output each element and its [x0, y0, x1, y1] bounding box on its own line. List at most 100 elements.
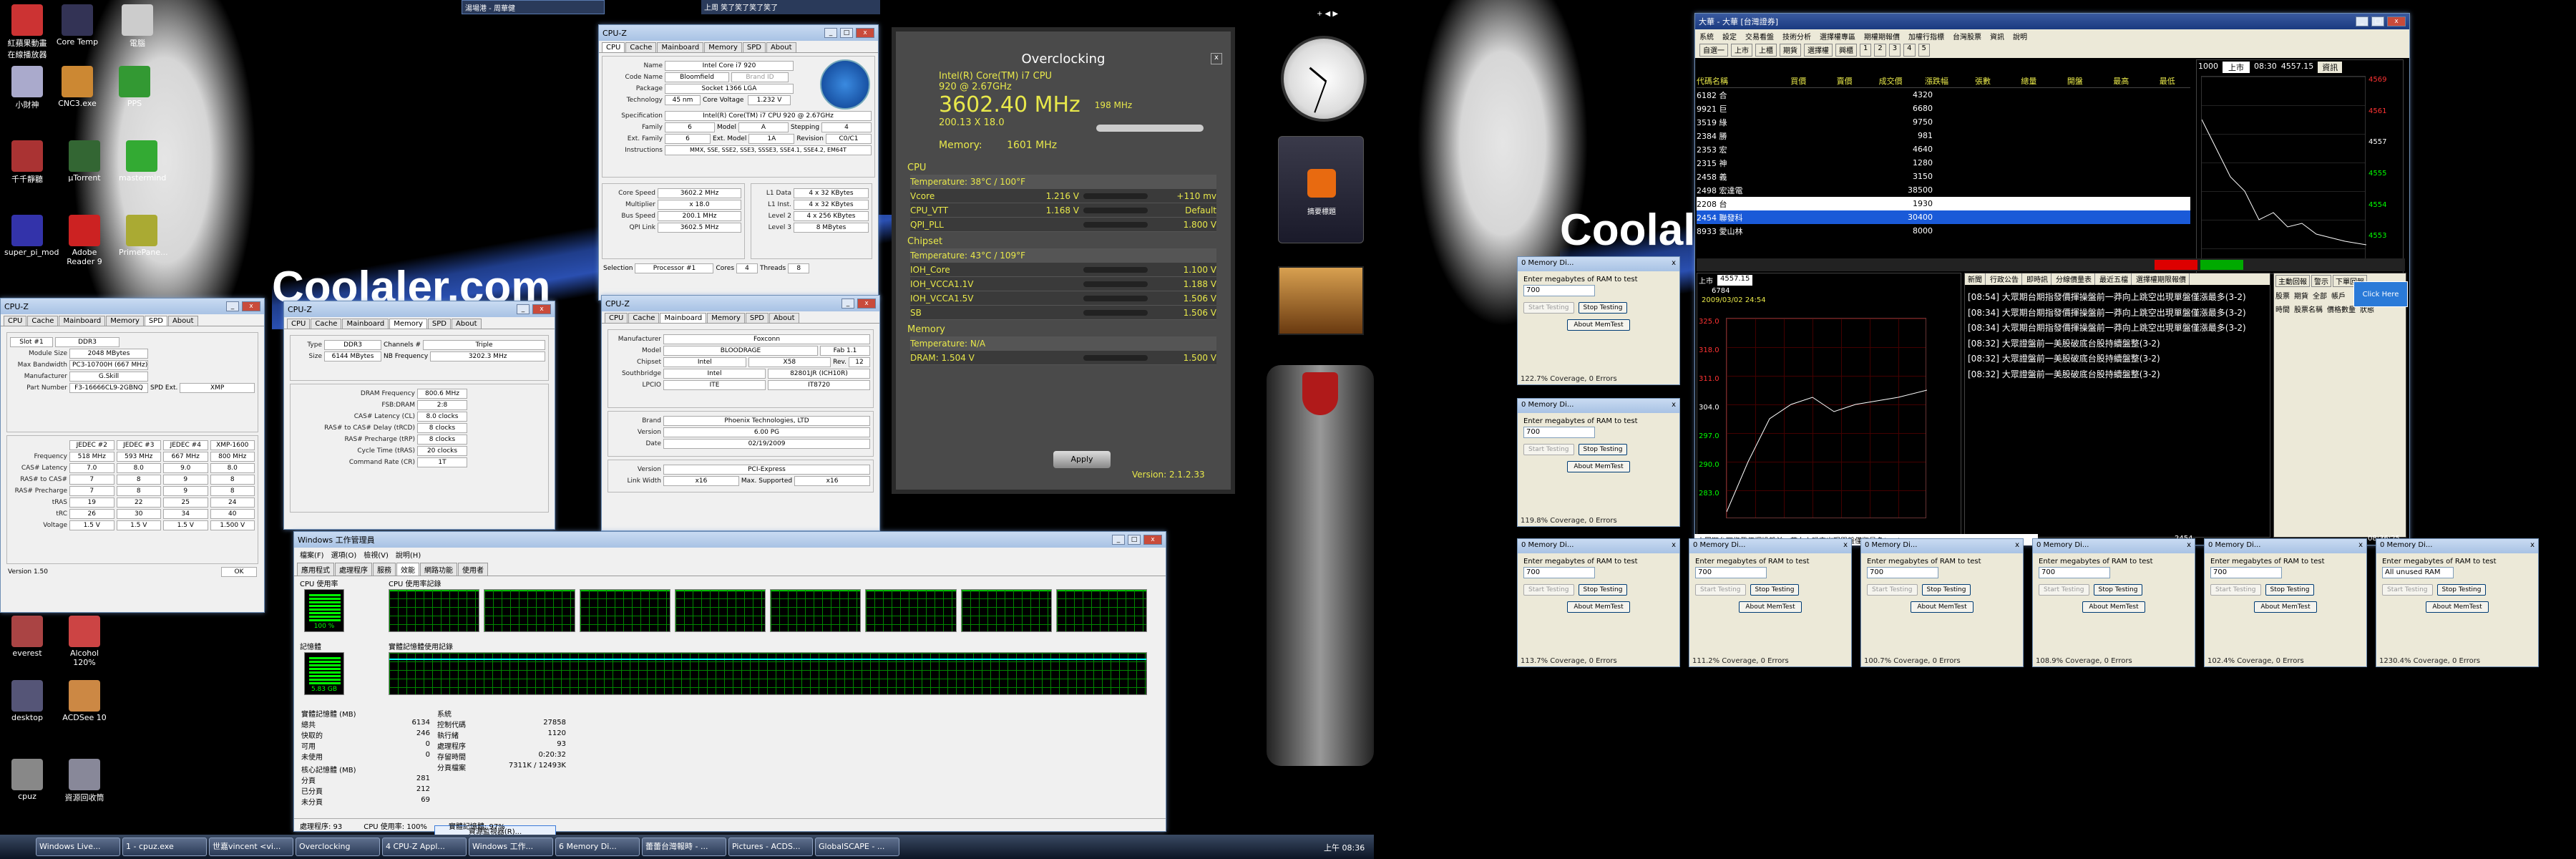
column-header[interactable]: 開盤 — [2052, 75, 2098, 87]
tab-cache[interactable]: Cache — [628, 313, 660, 323]
task-manager-tab[interactable]: 服務 — [373, 563, 396, 576]
start-testing-button[interactable]: Start Testing — [1523, 444, 1574, 455]
stop-testing-button[interactable]: Stop Testing — [1578, 584, 1628, 596]
oc-close-icon[interactable]: x — [1211, 53, 1222, 64]
menu-item[interactable]: 檔案(F) — [300, 549, 324, 560]
tab-mainboard[interactable]: Mainboard — [342, 319, 389, 329]
tab-spd[interactable]: SPD — [745, 313, 769, 323]
news-tab[interactable]: 即時訊 — [2024, 273, 2051, 285]
menu-item[interactable]: 期權期報價 — [1864, 31, 1900, 42]
cpuz-spd-titlebar[interactable]: CPU-Z _ x — [1, 299, 264, 314]
sidebar-controls[interactable]: + ◀ ▶ — [1317, 10, 1352, 20]
taskbar-button[interactable]: 6 Memory Di... — [555, 838, 640, 856]
cpuz-memory-titlebar[interactable]: CPU-Z _ x — [284, 301, 555, 317]
cpuz-spd-window[interactable]: CPU-Z _ x CPU Cache Mainboard Memory SPD About … — [0, 298, 265, 613]
task-manager-tab[interactable]: 效能 — [396, 563, 419, 576]
menu-item[interactable]: 設定 — [1722, 31, 1737, 42]
tab-cache[interactable]: Cache — [27, 316, 59, 326]
news-tab[interactable]: 選擇權期限報價 — [2133, 273, 2190, 285]
cpuz-memory-window[interactable]: CPU-Z _ x CPU Cache Mainboard Memory SPD About … — [283, 301, 555, 530]
menu-item[interactable]: 選擇權專區 — [1820, 31, 1855, 42]
quote-row[interactable]: 2208 台 1930 — [1697, 197, 2190, 210]
column-header[interactable]: 張數 — [1960, 75, 2006, 87]
tab-cpu[interactable]: CPU — [605, 313, 628, 323]
start-testing-button[interactable]: Start Testing — [1695, 584, 1746, 596]
desktop-icon[interactable]: everest — [4, 616, 50, 658]
memtest-titlebar[interactable]: 0 Memory Di... x — [2033, 539, 2195, 553]
media-center-gadget[interactable] — [1267, 365, 1374, 766]
start-testing-button[interactable]: Start Testing — [2210, 584, 2261, 596]
about-memtest-button[interactable]: About MemTest — [2082, 601, 2145, 613]
desktop-icon[interactable]: PrimePane... — [119, 215, 168, 257]
memtest-titlebar[interactable]: 0 Memory Di... x — [1861, 539, 2023, 553]
memtest-window[interactable]: 0 Memory Di... x Enter megabytes of RAM to… — [2032, 538, 2195, 667]
close-button[interactable]: x — [1672, 541, 1676, 551]
column-header[interactable]: 漲跌幅 — [1913, 75, 1959, 87]
tab-cpu[interactable]: CPU — [602, 42, 625, 52]
toolbar-button[interactable]: 興櫃 — [1835, 44, 1857, 57]
close-button[interactable]: x — [532, 304, 551, 314]
taskbar-button[interactable]: Pictures - ACDS... — [728, 838, 813, 856]
order-tab[interactable]: 警示 — [2311, 275, 2331, 287]
stop-testing-button[interactable]: Stop Testing — [2436, 584, 2487, 596]
page-button[interactable]: 4 — [1903, 44, 1916, 57]
ram-amount-input[interactable]: 700 — [1523, 567, 1595, 578]
tab-memory[interactable]: Memory — [106, 316, 144, 326]
desktop-icon[interactable]: PPS — [112, 66, 157, 108]
task-manager-titlebar[interactable]: Windows 工作管理員 _ □ x — [294, 532, 1166, 548]
minimize-button[interactable]: _ — [841, 299, 854, 309]
close-button[interactable]: x — [1843, 541, 1848, 551]
menu-item[interactable]: 資訊 — [1990, 31, 2004, 42]
rss-gadget[interactable]: 摘要標題 — [1278, 136, 1364, 243]
desktop-icon[interactable]: ACDSee 10 — [62, 680, 107, 722]
menu-item[interactable]: 系統 — [1699, 31, 1714, 42]
taskbar-button[interactable]: 蕾蕾台灣報時 - ... — [642, 838, 726, 856]
about-memtest-button[interactable]: About MemTest — [1567, 319, 1630, 331]
task-manager-tab[interactable]: 處理程序 — [335, 563, 372, 576]
memtest-titlebar[interactable]: 0 Memory Di... x — [2205, 539, 2366, 553]
close-button[interactable]: x — [857, 299, 876, 309]
desktop-icon[interactable]: CNC3.exe — [54, 66, 100, 108]
news-item[interactable]: [08:34] 大眾期台期指發價揮操盤前一莽向上跳空出現單盤僅漲最多(3-2) — [1968, 308, 2267, 319]
news-tab[interactable]: 最近五檔 — [2097, 273, 2132, 285]
menu-item[interactable]: 說明 — [2013, 31, 2027, 42]
tab-memory[interactable]: Memory — [707, 313, 745, 323]
cpuz-mainboard-titlebar[interactable]: CPU-Z _ x — [602, 296, 879, 311]
ram-amount-input[interactable]: 700 — [2210, 567, 2282, 578]
overclocking-window[interactable]: Overclocking Intel(R) Core(TM) i7 CPU 92… — [892, 27, 1235, 494]
toolbar-button[interactable]: 上櫃 — [1755, 44, 1777, 57]
start-testing-button[interactable]: Start Testing — [2039, 584, 2089, 596]
tab-about[interactable]: About — [167, 316, 198, 326]
order-filter[interactable]: 期貨 — [2294, 290, 2308, 301]
memtest-window[interactable]: 0 Memory Di... x Enter megabytes of RAM to… — [1517, 538, 1680, 667]
stop-testing-button[interactable]: Stop Testing — [2265, 584, 2315, 596]
column-header[interactable]: 成交價 — [1868, 75, 1913, 87]
tab-mainboard[interactable]: Mainboard — [59, 316, 106, 326]
column-header[interactable]: 賣價 — [1821, 75, 1867, 87]
quote-row[interactable]: 3519 綠 9750 — [1697, 115, 2190, 129]
quote-row[interactable]: 2353 宏 4640 — [1697, 142, 2190, 156]
news-tab[interactable]: 分線價量表 — [2053, 273, 2095, 285]
ok-button[interactable]: OK — [221, 567, 257, 577]
column-header[interactable]: 最高 — [2098, 75, 2144, 87]
about-memtest-button[interactable]: About MemTest — [1567, 461, 1630, 472]
column-header[interactable]: 代碼名稱 — [1697, 75, 1775, 87]
menu-item[interactable]: 台灣股票 — [1953, 31, 1981, 42]
desktop-icon[interactable]: super_pi_mod — [4, 215, 59, 257]
start-testing-button[interactable]: Start Testing — [2382, 584, 2433, 596]
close-button[interactable]: x — [2387, 16, 2406, 26]
taskbar-clock[interactable]: 上午 08:36 — [1324, 842, 1365, 853]
memtest-window[interactable]: 0 Memory Di... x Enter megabytes of RAM to… — [1517, 398, 1680, 527]
minimize-button[interactable]: _ — [517, 304, 530, 314]
minimize-button[interactable]: _ — [2356, 16, 2368, 26]
page-button[interactable]: 2 — [1874, 44, 1886, 57]
memtest-window[interactable]: 0 Memory Di... x Enter megabytes of RAM to… — [2376, 538, 2539, 667]
task-manager-tab[interactable]: 使用者 — [458, 563, 488, 576]
clock-gadget[interactable] — [1281, 36, 1367, 122]
close-button[interactable]: x — [242, 301, 260, 311]
quote-row[interactable]: 9921 巨 6680 — [1697, 102, 2190, 115]
toolbar-button[interactable]: 期貨 — [1780, 44, 1801, 57]
about-memtest-button[interactable]: About MemTest — [1739, 601, 1802, 613]
slot-dropdown[interactable]: Slot #1 — [10, 337, 53, 347]
ram-amount-input[interactable]: 700 — [1523, 427, 1595, 438]
